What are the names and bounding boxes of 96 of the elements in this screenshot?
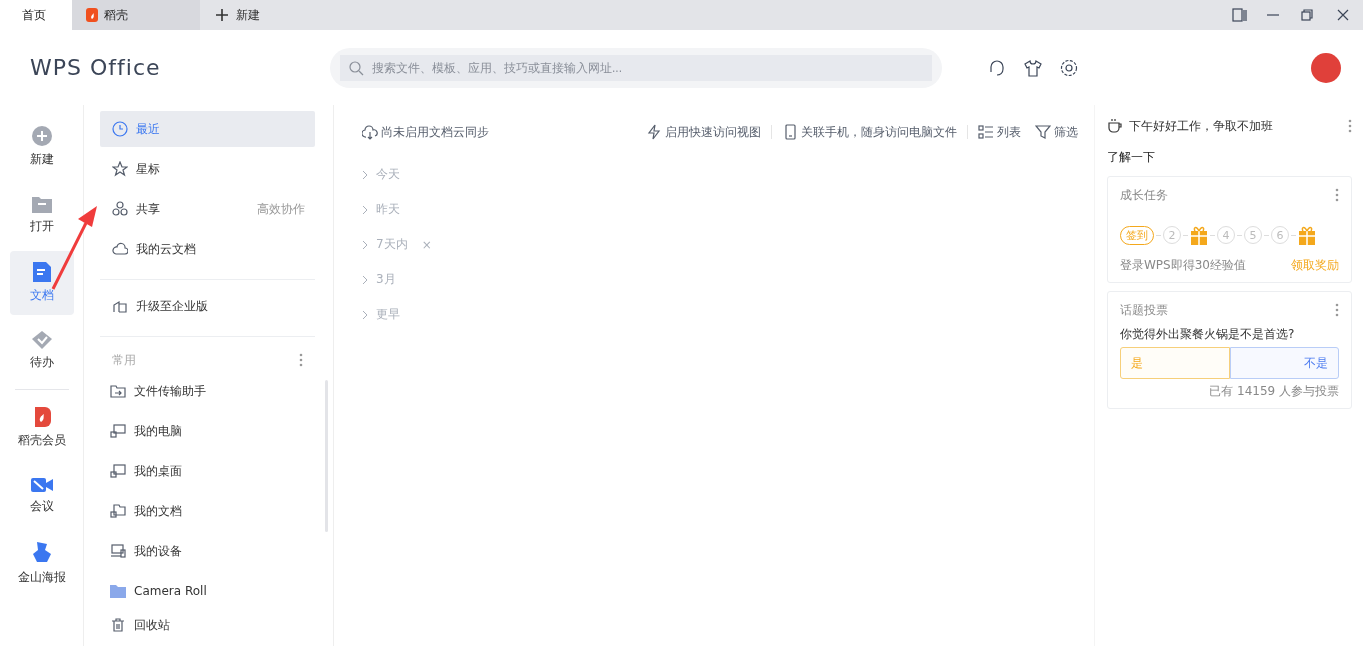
link-phone-button[interactable]: 关联手机，随身访问电脑文件 bbox=[782, 123, 957, 141]
list-view-button[interactable]: 列表 bbox=[978, 123, 1021, 141]
folder-icon bbox=[31, 195, 52, 213]
chevron-right-icon bbox=[362, 239, 368, 250]
transfer-folder-icon bbox=[110, 383, 126, 399]
check-diamond-icon bbox=[31, 331, 52, 349]
document-shortcut-icon bbox=[110, 503, 126, 519]
upgrade-item[interactable]: 升级至企业版 bbox=[100, 288, 315, 324]
flame-icon bbox=[32, 407, 51, 427]
chevron-right-icon bbox=[362, 204, 368, 215]
rail-item[interactable]: 文档 bbox=[9, 251, 74, 315]
poster-figure-icon bbox=[32, 542, 51, 564]
greeting: 下午好好工作，争取不加班 bbox=[1129, 117, 1273, 135]
chevron-right-icon bbox=[362, 169, 368, 180]
nav-label: 最近 bbox=[136, 120, 160, 138]
restore-icon bbox=[1299, 7, 1315, 23]
nav-label: 我的云文档 bbox=[136, 240, 196, 258]
rail-item[interactable]: 新建 bbox=[9, 115, 74, 179]
plus-icon bbox=[31, 126, 52, 146]
plus-icon bbox=[216, 9, 228, 21]
cloud-upload-icon bbox=[362, 124, 378, 140]
more-icon bbox=[299, 353, 303, 367]
rail-item[interactable]: 稻壳会员 bbox=[9, 396, 74, 460]
new-tab-button[interactable]: 新建 bbox=[200, 0, 260, 30]
trash-item[interactable]: 回收站 bbox=[100, 611, 315, 639]
cloud-icon bbox=[112, 241, 128, 257]
devices-icon bbox=[110, 543, 126, 559]
nav-item[interactable]: 我的云文档 bbox=[100, 231, 315, 267]
gift-icon bbox=[1298, 225, 1316, 245]
clock-icon bbox=[112, 121, 128, 137]
group-label: 7天内 bbox=[376, 236, 408, 253]
section-title: 常用 bbox=[112, 351, 136, 369]
minimize-icon bbox=[1267, 14, 1279, 16]
card-title: 话题投票 bbox=[1120, 301, 1168, 319]
more-icon bbox=[1335, 303, 1339, 317]
trash-icon bbox=[110, 617, 126, 633]
headset-icon bbox=[988, 58, 1006, 77]
avatar[interactable] bbox=[1311, 52, 1341, 83]
tab[interactable]: 稻壳 bbox=[72, 0, 200, 30]
shirt-icon bbox=[1024, 58, 1042, 77]
vote-question: 你觉得外出聚餐火锅是不是首选? bbox=[1120, 326, 1296, 343]
coffee-cup-icon bbox=[1107, 118, 1123, 134]
section-title: 了解一下 bbox=[1107, 149, 1156, 166]
cloud-sync-link[interactable]: 尚未启用文档云同步 bbox=[362, 123, 489, 141]
nav-label: 星标 bbox=[136, 160, 160, 178]
rail-item[interactable]: 金山海报 bbox=[9, 532, 74, 596]
computer-shortcut-icon bbox=[110, 423, 126, 439]
phone-icon bbox=[782, 124, 798, 140]
folder-icon bbox=[110, 584, 126, 598]
location-item[interactable]: Camera Roll bbox=[100, 571, 315, 611]
location-item[interactable]: 我的文档 bbox=[100, 491, 315, 531]
nav-item[interactable]: 共享 高效协作 bbox=[100, 191, 315, 227]
location-item[interactable]: 文件传输助手 bbox=[100, 371, 315, 411]
nav-hint: 高效协作 bbox=[257, 200, 305, 218]
vote-count: 已有 14159 人参与投票 bbox=[1208, 383, 1339, 400]
vote-no-button[interactable]: 不是 bbox=[1229, 347, 1339, 379]
group-label: 3月 bbox=[376, 271, 396, 288]
location-item[interactable]: 我的电脑 bbox=[100, 411, 315, 451]
list-icon bbox=[978, 124, 994, 140]
search-field[interactable]: 搜索文件、模板、应用、技巧或直接输入网址... bbox=[370, 59, 932, 76]
gift-icon bbox=[1190, 225, 1208, 245]
star-icon bbox=[112, 161, 128, 177]
side-panel-icon bbox=[1231, 7, 1247, 23]
task-note: 登录WPS即得30经验值 bbox=[1120, 257, 1246, 274]
flame-icon bbox=[86, 8, 98, 22]
search-icon bbox=[348, 59, 364, 76]
building-icon bbox=[112, 298, 128, 314]
search-box[interactable]: 搜索文件、模板、应用、技巧或直接输入网址... bbox=[340, 54, 932, 81]
rail-item[interactable]: 会议 bbox=[9, 464, 74, 528]
document-icon bbox=[32, 262, 51, 282]
rail-item[interactable]: 打开 bbox=[9, 183, 74, 247]
card-title: 成长任务 bbox=[1120, 186, 1168, 204]
location-item[interactable]: 我的桌面 bbox=[100, 451, 315, 491]
video-camera-icon bbox=[30, 477, 53, 493]
share-circles-icon bbox=[112, 201, 128, 217]
logo: WPS Office bbox=[30, 55, 162, 80]
filter-button[interactable]: 筛选 bbox=[1035, 123, 1078, 141]
group-label: 更早 bbox=[376, 306, 400, 323]
more-icon bbox=[1335, 188, 1339, 202]
nav-label: 共享 bbox=[136, 200, 160, 218]
filter-icon bbox=[1035, 124, 1051, 140]
group-label: 昨天 bbox=[376, 201, 400, 218]
nav-item[interactable]: 星标 bbox=[100, 151, 315, 187]
nav-item[interactable]: 最近 bbox=[100, 111, 315, 147]
group-label: 今天 bbox=[376, 166, 400, 183]
tab[interactable]: 首页 bbox=[0, 0, 72, 30]
quick-access-button[interactable]: 启用快速访问视图 bbox=[646, 123, 761, 141]
desktop-shortcut-icon bbox=[110, 463, 126, 479]
more-icon bbox=[1348, 119, 1352, 133]
lightning-icon bbox=[646, 124, 662, 140]
chevron-right-icon bbox=[362, 274, 368, 285]
close-icon bbox=[1335, 7, 1351, 23]
settings-icon bbox=[1060, 58, 1078, 77]
rail-item[interactable]: 待办 bbox=[9, 319, 74, 383]
chevron-right-icon bbox=[362, 309, 368, 320]
location-item[interactable]: 我的设备 bbox=[100, 531, 315, 571]
